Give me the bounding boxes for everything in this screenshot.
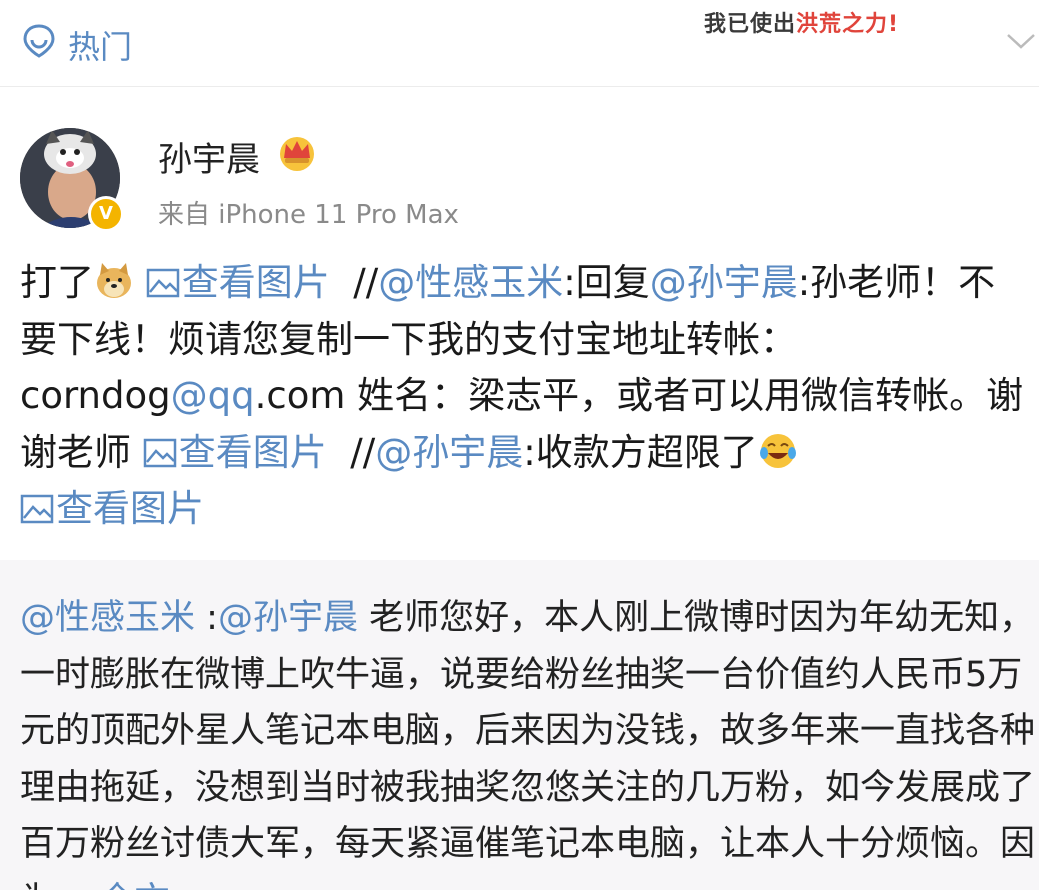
tab-hot[interactable]: 热门 [68, 22, 132, 68]
view-picture-link[interactable]: 查看图片 [143, 431, 327, 474]
view-picture-label: 查看图片 [178, 430, 327, 474]
verified-badge: V [88, 196, 124, 232]
repost-separator-2: // [326, 430, 376, 474]
banner-part1: 我已使出 [704, 12, 797, 37]
post-text-5: :收款方超限了 [523, 430, 758, 474]
banner-part2: 洪荒 [796, 12, 843, 37]
banner-slogan: 我已使出洪荒之力! [704, 6, 899, 38]
mention-link[interactable]: @孙宇晨 [375, 431, 523, 474]
picture-icon [143, 438, 177, 467]
email-user: corndog [20, 374, 171, 417]
view-picture-link[interactable]: 查看图片 [146, 261, 330, 304]
mention-link[interactable]: @孙宇晨 [218, 598, 358, 638]
picture-icon [146, 268, 180, 298]
view-picture-label: 查看图片 [56, 487, 204, 530]
view-picture-label: 查看图片 [181, 261, 330, 304]
repost-separator-1: // [329, 261, 379, 304]
email-domain-link[interactable]: @qq [171, 374, 255, 417]
view-picture-link[interactable]: 查看图片 [20, 487, 204, 530]
laugh-cry-emoji-icon [759, 433, 796, 468]
post-text-2: :回复 [563, 261, 650, 304]
location-pin-icon[interactable] [22, 24, 56, 58]
mention-link[interactable]: @孙宇晨 [650, 261, 798, 304]
quoted-body: 老师您好，本人刚上微博时因为年幼无知，一时膨胀在微博上吹牛逼，说要给粉丝抽奖一台… [20, 598, 1036, 890]
post-text-1: 打了 [20, 261, 94, 304]
read-more-link[interactable]: 全文 [88, 881, 170, 890]
quoted-post[interactable]: @性感玉米 :@孙宇晨 老师您好，本人刚上微博时因为年幼无知，一时膨胀在微博上吹… [0, 560, 1039, 890]
mention-link[interactable]: @性感玉米 [378, 261, 563, 304]
author-name[interactable]: 孙宇晨 [158, 132, 260, 181]
post-content: 打了 查看图片 //@性感玉米:回复@孙宇晨:孙老师！不要下线！烦请您复制一下我… [20, 255, 1025, 538]
banner-part3: 之力! [842, 12, 900, 37]
mention-link[interactable]: @性感玉米 [20, 598, 195, 638]
post-source: 来自 iPhone 11 Pro Max [158, 200, 459, 230]
top-bar: 热门 我已使出洪荒之力! [0, 0, 1039, 87]
quoted-separator: : [195, 598, 218, 638]
chevron-down-icon[interactable] [1006, 32, 1036, 50]
doge-emoji-icon [97, 263, 131, 298]
crown-icon [280, 137, 314, 171]
picture-icon [20, 494, 54, 524]
email-tld: .com [254, 374, 346, 417]
quoted-post-text: @性感玉米 :@孙宇晨 老师您好，本人刚上微博时因为年幼无知，一时膨胀在微博上吹… [20, 590, 1035, 890]
